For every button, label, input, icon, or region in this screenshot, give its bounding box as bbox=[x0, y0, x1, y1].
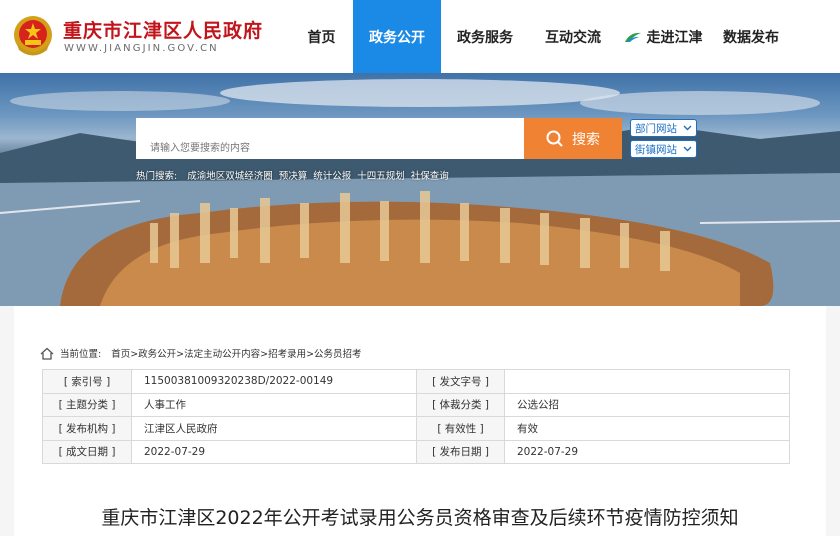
meta-key: [ 索引号 ] bbox=[42, 369, 132, 394]
site-title[interactable]: 重庆市江津区人民政府 bbox=[63, 16, 263, 43]
meta-key: [ 体裁分类 ] bbox=[416, 392, 505, 417]
chevron-down-icon bbox=[683, 125, 692, 131]
nav-interaction-label: 互动交流 bbox=[545, 29, 601, 46]
document-meta-table: [ 索引号 ] 11500381009320238D/2022-00149 [ … bbox=[42, 369, 790, 464]
meta-key: [ 有效性 ] bbox=[416, 416, 505, 441]
meta-key: [ 发布机构 ] bbox=[42, 416, 132, 441]
hot-search-link[interactable]: 统计公报 bbox=[313, 168, 351, 182]
search-icon bbox=[546, 130, 563, 147]
meta-key: [ 成文日期 ] bbox=[42, 439, 132, 464]
search-input[interactable] bbox=[136, 118, 524, 159]
breadcrumb: 当前位置: 首页>政务公开>法定主动公开内容>招考录用>公务员招考 bbox=[40, 346, 362, 360]
nav-government-affairs-open[interactable]: 政务公开 bbox=[353, 0, 441, 73]
town-site-select[interactable]: 街镇网站 bbox=[630, 140, 697, 158]
nav-data-release[interactable]: 数据发布 bbox=[709, 0, 793, 73]
breadcrumb-label: 当前位置: bbox=[60, 349, 102, 360]
leaf-logo-icon bbox=[624, 32, 641, 42]
hot-search-link[interactable]: 预决算 bbox=[279, 168, 308, 182]
hot-search-bar: 热门搜索: 成渝地区双城经济圈 预决算 统计公报 十四五规划 社保查询 bbox=[136, 168, 449, 182]
city-skyline-image bbox=[0, 79, 840, 306]
national-emblem-icon bbox=[14, 16, 52, 56]
chevron-down-icon bbox=[683, 146, 692, 152]
nav-interaction[interactable]: 互动交流 bbox=[529, 0, 617, 73]
search-button-label: 搜索 bbox=[572, 131, 600, 148]
meta-value: 2022-07-29 bbox=[131, 439, 417, 464]
meta-value: 人事工作 bbox=[131, 392, 417, 417]
nav-about-jiangjin[interactable]: 走进江津 bbox=[617, 0, 709, 73]
article-title: 重庆市江津区2022年公开考试录用公务员资格审查及后续环节疫情防控须知 bbox=[101, 507, 739, 529]
table-row: [ 主题分类 ] 人事工作 [ 体裁分类 ] 公选公招 bbox=[42, 392, 790, 417]
meta-key: [ 发布日期 ] bbox=[416, 439, 505, 464]
nav-home[interactable]: 首页 bbox=[290, 0, 353, 73]
breadcrumb-path[interactable]: 首页>政务公开>法定主动公开内容>招考录用>公务员招考 bbox=[111, 346, 361, 360]
hot-search-link[interactable]: 十四五规划 bbox=[357, 168, 405, 182]
meta-value: 2022-07-29 bbox=[504, 439, 790, 464]
nav-about-jiangjin-label: 走进江津 bbox=[646, 29, 703, 46]
dept-site-label: 部门网站 bbox=[635, 122, 677, 135]
meta-value: 公选公招 bbox=[504, 392, 790, 417]
town-site-label: 街镇网站 bbox=[635, 143, 677, 156]
nav-government-services[interactable]: 政务服务 bbox=[441, 0, 529, 73]
city-banner bbox=[0, 73, 840, 306]
nav-home-label: 首页 bbox=[307, 29, 336, 46]
meta-key: [ 主题分类 ] bbox=[42, 392, 132, 417]
hot-search-link[interactable]: 社保查询 bbox=[411, 168, 449, 182]
table-row: [ 成文日期 ] 2022-07-29 [ 发布日期 ] 2022-07-29 bbox=[42, 439, 790, 464]
nav-government-affairs-open-label: 政务公开 bbox=[369, 29, 425, 46]
table-row: [ 索引号 ] 11500381009320238D/2022-00149 [ … bbox=[42, 369, 790, 394]
dept-site-select[interactable]: 部门网站 bbox=[630, 119, 697, 137]
nav-data-release-label: 数据发布 bbox=[723, 29, 779, 46]
meta-value: 江津区人民政府 bbox=[131, 416, 417, 441]
site-header: 重庆市江津区人民政府 WWW.JIANGJIN.GOV.CN 首页 政务公开 政… bbox=[0, 0, 840, 73]
search-box bbox=[136, 118, 524, 159]
hot-search-link[interactable]: 成渝地区双城经济圈 bbox=[187, 168, 273, 182]
meta-value: 11500381009320238D/2022-00149 bbox=[131, 369, 417, 394]
main-nav: 首页 政务公开 政务服务 互动交流 走进江津 数据发布 bbox=[290, 0, 793, 73]
meta-value: 有效 bbox=[504, 416, 790, 441]
table-row: [ 发布机构 ] 江津区人民政府 [ 有效性 ] 有效 bbox=[42, 416, 790, 441]
hot-search-label: 热门搜索: bbox=[136, 171, 178, 182]
site-domain: WWW.JIANGJIN.GOV.CN bbox=[64, 43, 219, 54]
meta-value bbox=[504, 369, 790, 394]
home-icon bbox=[40, 347, 54, 360]
nav-government-services-label: 政务服务 bbox=[457, 29, 513, 46]
search-button[interactable]: 搜索 bbox=[524, 118, 622, 159]
meta-key: [ 发文字号 ] bbox=[416, 369, 505, 394]
